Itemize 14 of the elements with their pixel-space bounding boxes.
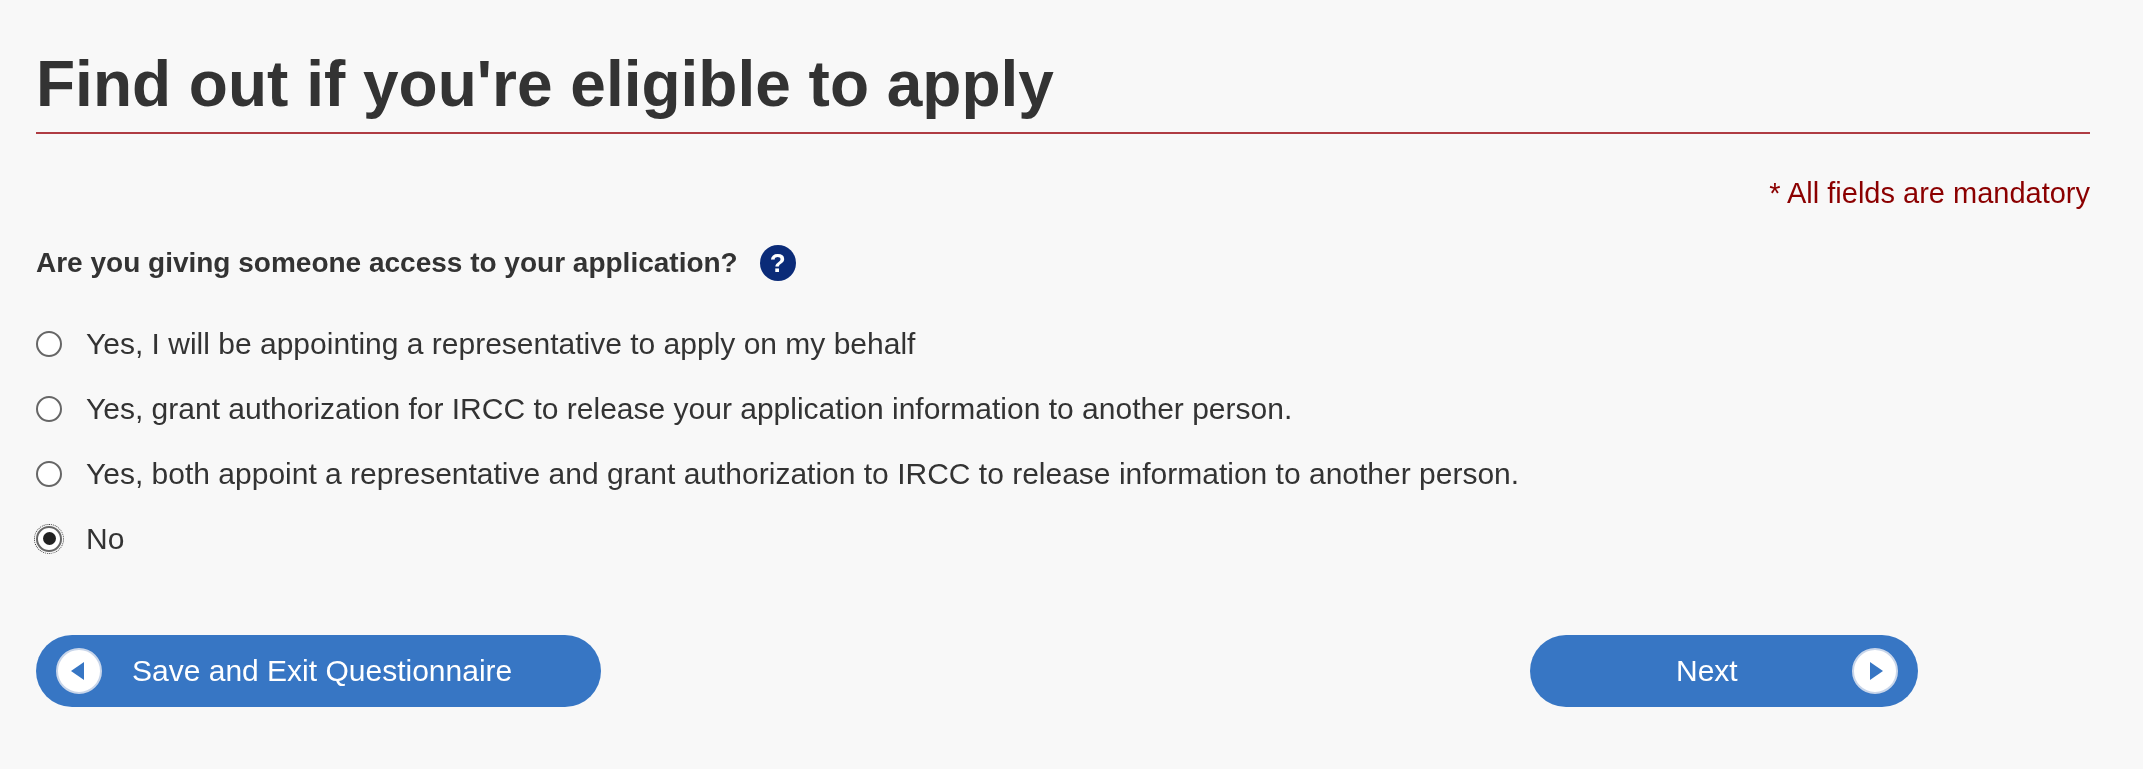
radio-button[interactable] (36, 330, 62, 357)
question-label: Are you giving someone access to your application? (36, 245, 738, 280)
mandatory-note: * All fields are mandatory (1769, 176, 2090, 211)
help-icon[interactable]: ? (759, 244, 796, 281)
radio-button[interactable] (36, 460, 62, 487)
save-exit-button[interactable]: Save and Exit Questionnaire (36, 634, 601, 707)
page-title: Find out if you're eligible to apply (36, 47, 1055, 122)
option-label: Yes, both appoint a representative and grant authorization to IRCC to release information to another person. (86, 455, 1520, 492)
next-button[interactable]: Next (1530, 634, 1918, 707)
radio-button[interactable] (36, 525, 62, 552)
radio-button[interactable] (36, 395, 62, 422)
option-label: Yes, I will be appointing a representative to apply on my behalf (86, 325, 916, 362)
option-label: No (86, 520, 125, 557)
option-label: Yes, grant authorization for IRCC to release your application information to another person. (86, 390, 1293, 427)
